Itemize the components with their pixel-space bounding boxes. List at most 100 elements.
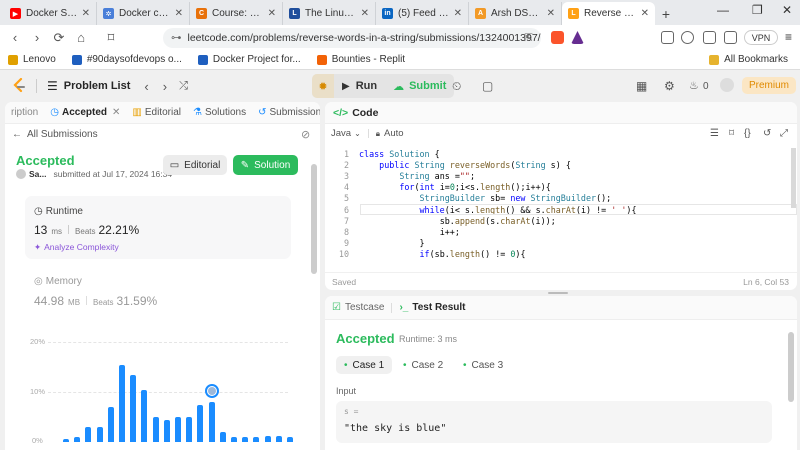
timer-icon[interactable]: ⏲ xyxy=(452,79,461,94)
bookmark-item[interactable]: #90daysofdevops o... xyxy=(71,54,182,65)
problem-list-icon[interactable]: ☰ xyxy=(47,79,58,93)
memory-heading[interactable]: ◎ Memory xyxy=(34,276,82,287)
close-tab-icon[interactable]: ✕ xyxy=(361,8,369,19)
all-submissions-link[interactable]: ← All Submissions xyxy=(12,129,98,140)
autocomplete-mode[interactable]: Auto xyxy=(384,128,404,139)
code-line[interactable]: 1 class Solution { xyxy=(325,148,797,159)
close-tab-icon[interactable]: ✕ xyxy=(454,8,462,19)
format-icon[interactable]: ☰ xyxy=(710,128,719,139)
case-2-button[interactable]: • Case 2 xyxy=(395,356,451,374)
chart-bar[interactable] xyxy=(242,437,249,442)
sidebar-toggle-icon[interactable] xyxy=(724,31,737,44)
vpn-button[interactable]: VPN xyxy=(744,30,778,45)
panel-scrollbar[interactable] xyxy=(311,164,317,274)
leetcode-logo[interactable] xyxy=(12,77,26,94)
expand-icon[interactable]: ⤢ xyxy=(780,128,788,139)
code-line[interactable]: 3 String ans =""; xyxy=(325,170,797,181)
tab-editorial[interactable]: ▥ Editorial xyxy=(126,107,187,118)
browser-tab[interactable]: ▶ Docker Series✕ xyxy=(4,2,97,25)
submit-button[interactable]: ☁ Submit xyxy=(385,74,454,98)
url-field[interactable]: ⊶ leetcode.com/problems/reverse-words-in… xyxy=(163,28,541,48)
username[interactable]: Sa... xyxy=(29,169,46,179)
chart-bar[interactable] xyxy=(141,389,148,442)
layout-icon[interactable]: ▦ xyxy=(636,79,647,93)
chart-bar[interactable] xyxy=(119,364,125,442)
code-line[interactable]: 10 if(sb.length() != 0){ xyxy=(325,249,797,260)
tab-description[interactable]: ription xyxy=(5,107,44,118)
tab-submissions[interactable]: ↺Submissions xyxy=(252,107,320,118)
brave-shield-icon[interactable] xyxy=(551,31,564,44)
bookmark-item[interactable]: Bounties - Replit xyxy=(316,54,405,65)
chart-bar[interactable] xyxy=(208,402,215,442)
result-scrollbar[interactable] xyxy=(788,332,794,402)
new-tab-button[interactable]: + xyxy=(655,2,677,25)
settings-icon[interactable]: ⚙ xyxy=(664,79,675,93)
bookmark-icon[interactable]: ⌑ xyxy=(729,128,734,139)
chart-bar[interactable] xyxy=(152,417,159,442)
restore-icon[interactable]: ❐ xyxy=(752,3,763,17)
chart-bar[interactable] xyxy=(163,419,170,442)
analyze-complexity-link[interactable]: ✦ Analyze Complexity xyxy=(34,242,119,253)
close-tab-icon[interactable]: ✕ xyxy=(175,8,183,19)
chart-bar[interactable] xyxy=(275,435,282,442)
case-1-button[interactable]: • Case 1 xyxy=(336,356,393,374)
code-line[interactable]: 9 } xyxy=(325,238,797,249)
browser-menu-icon[interactable]: ≡ xyxy=(785,30,792,44)
premium-button[interactable]: Premium xyxy=(742,77,796,94)
browser-tab[interactable]: in (5) Feed | LinkedIn✕ xyxy=(376,2,469,25)
browser-tab[interactable]: ✲ Docker certification✕ xyxy=(97,2,190,25)
code-line[interactable]: 4 for(int i=0;i<s.length();i++){ xyxy=(325,182,797,193)
chart-bar[interactable] xyxy=(130,374,137,442)
site-info-icon[interactable]: ⊶ xyxy=(171,32,182,44)
solution-button[interactable]: ✎ Solution xyxy=(233,155,298,175)
chart-bar[interactable] xyxy=(96,427,103,442)
streak-count[interactable]: 0 xyxy=(703,81,709,92)
code-line[interactable]: 2 public String reverseWords(String s) { xyxy=(325,159,797,170)
chart-bar[interactable] xyxy=(197,404,204,442)
random-problem-icon[interactable]: ⤮ xyxy=(179,80,188,93)
case-3-button[interactable]: • Case 3 xyxy=(455,356,511,374)
bookmark-item[interactable]: Docker Project for... xyxy=(197,54,301,65)
bookmark-page-icon[interactable]: ⌑ xyxy=(100,30,122,46)
chart-bar[interactable] xyxy=(264,435,271,442)
runtime-card[interactable]: ◷ Runtime 13 ms Beats 22.21% ✦ Analyze Com… xyxy=(25,196,291,259)
tab-testcase[interactable]: ☑ Testcase xyxy=(332,302,384,313)
brave-rewards-icon[interactable] xyxy=(571,31,584,44)
language-select[interactable]: Java ⌄ xyxy=(331,128,361,139)
notes-icon[interactable]: ▢ xyxy=(482,79,493,93)
back-icon[interactable]: ‹ xyxy=(4,30,26,45)
next-problem-icon[interactable]: › xyxy=(163,79,167,94)
avatar[interactable] xyxy=(16,169,26,179)
all-bookmarks[interactable]: All Bookmarks xyxy=(709,54,788,65)
code-line[interactable]: 7 sb.append(s.charAt(i)); xyxy=(325,215,797,226)
your-submission-marker[interactable] xyxy=(204,384,219,398)
chart-bar[interactable] xyxy=(287,437,293,442)
browser-tab[interactable]: C Course: Docker Es✕ xyxy=(190,2,283,25)
reset-icon[interactable]: ↺ xyxy=(763,128,771,139)
close-tab-icon[interactable]: ✕ xyxy=(82,8,90,19)
close-tab-icon[interactable]: ✕ xyxy=(268,8,276,19)
editorial-button[interactable]: ▭ Editorial xyxy=(163,155,227,175)
tab-test-result[interactable]: ›_ Test Result xyxy=(399,302,465,313)
browser-tab[interactable]: L Reverse Words✕ xyxy=(562,2,655,25)
extension-icon-2[interactable] xyxy=(681,31,694,44)
close-window-icon[interactable]: ✕ xyxy=(782,3,792,17)
braces-icon[interactable]: {} xyxy=(744,128,751,139)
tab-solutions[interactable]: ⚗ Solutions xyxy=(187,107,252,118)
chart-bar[interactable] xyxy=(219,432,226,442)
extension-icon-1[interactable] xyxy=(661,31,674,44)
chart-bar[interactable] xyxy=(74,437,81,442)
prev-problem-icon[interactable]: ‹ xyxy=(144,79,148,94)
avatar[interactable] xyxy=(720,78,734,92)
reload-icon[interactable]: ⟳ xyxy=(48,30,70,46)
share-icon[interactable]: ⇱ xyxy=(524,32,533,44)
problem-list-link[interactable]: Problem List xyxy=(64,80,131,92)
extensions-puzzle-icon[interactable] xyxy=(703,31,716,44)
code-line[interactable]: 5 StringBuilder sb= new StringBuilder(); xyxy=(325,193,797,204)
chart-bar[interactable] xyxy=(253,437,260,442)
home-icon[interactable]: ⌂ xyxy=(70,30,92,45)
chart-bar[interactable] xyxy=(85,427,92,442)
run-button[interactable]: ▶ Run xyxy=(334,74,385,98)
code-line[interactable]: 8 i++; xyxy=(325,226,797,237)
resize-handle[interactable] xyxy=(548,292,568,294)
